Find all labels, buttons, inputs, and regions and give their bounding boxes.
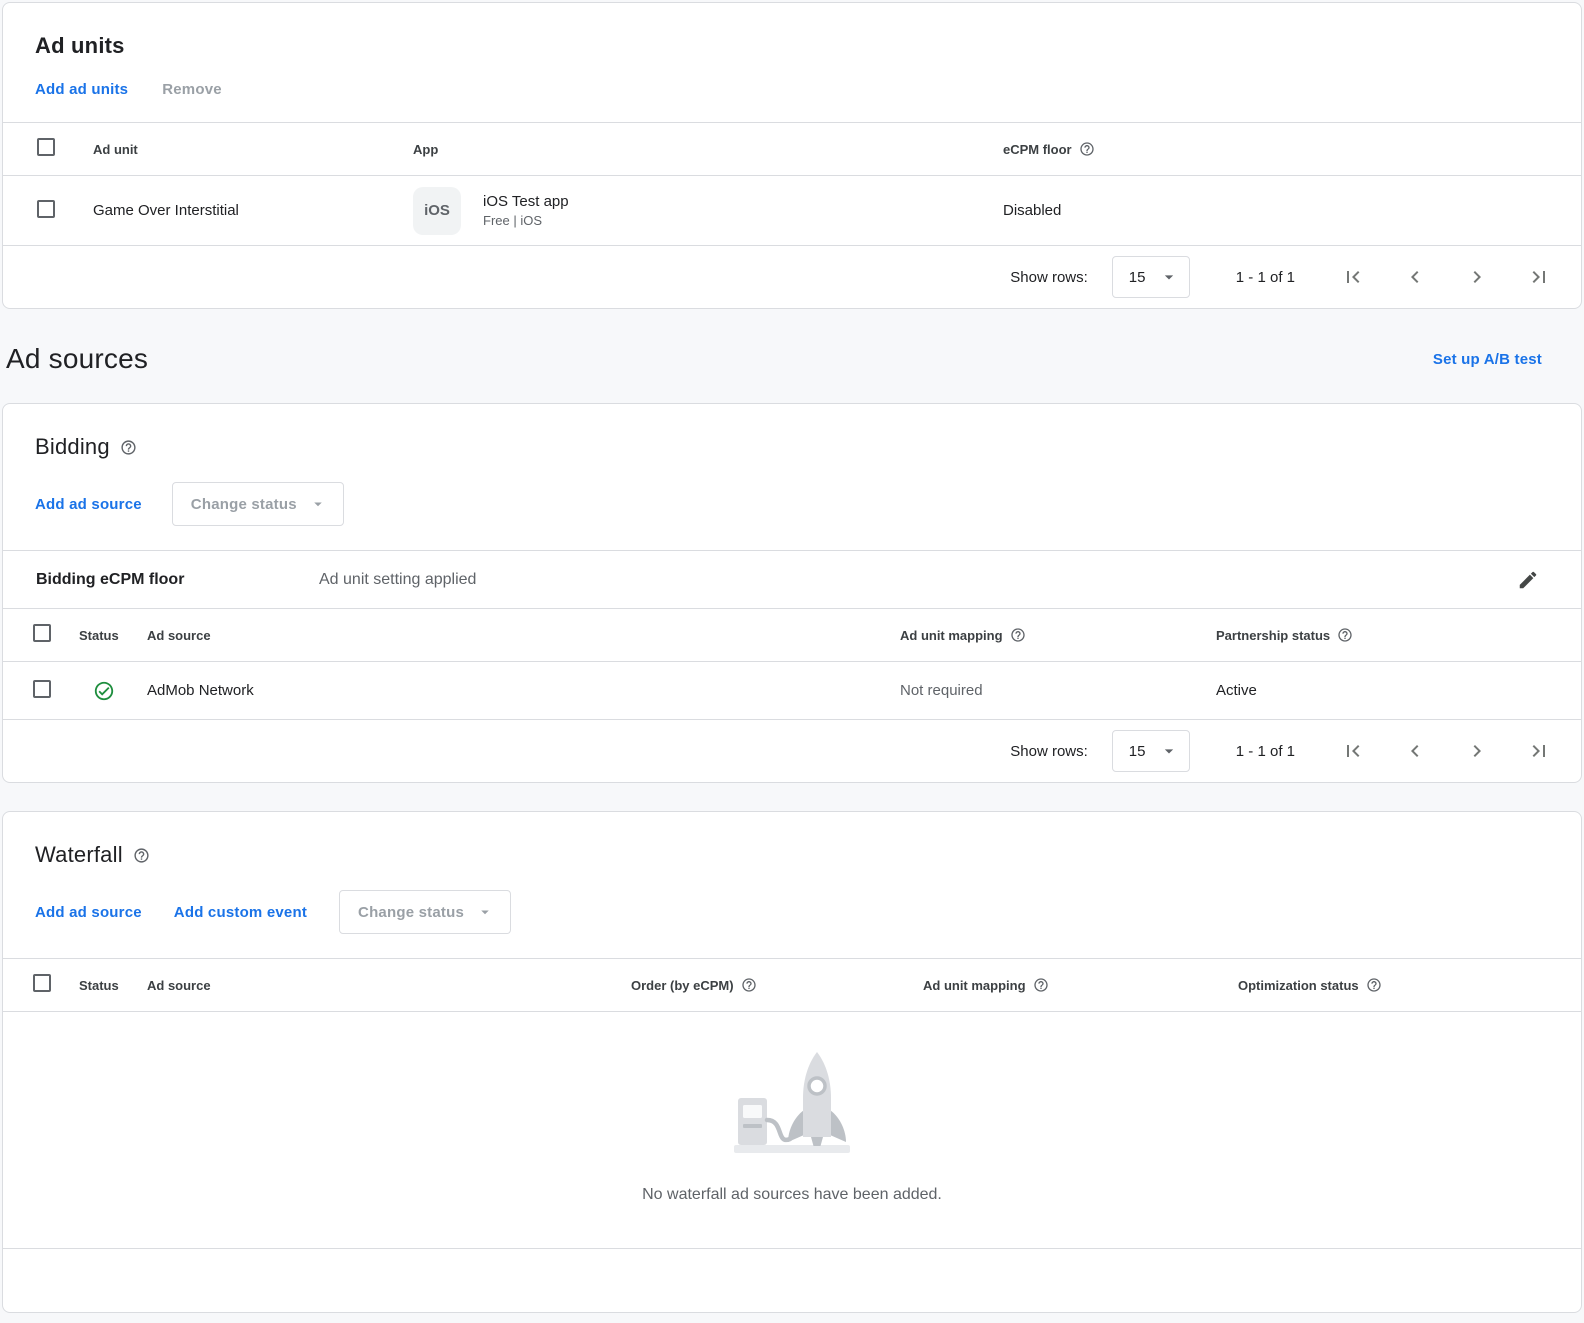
bidding-add-ad-source-link[interactable]: Add ad source <box>35 496 142 513</box>
page: Ad units Add ad units Remove Ad unit App… <box>0 0 1584 1323</box>
waterfall-empty-state: No waterfall ad sources have been added. <box>3 1012 1581 1248</box>
help-icon[interactable] <box>1337 627 1353 643</box>
ad-units-card: Ad units Add ad units Remove Ad unit App… <box>2 2 1582 309</box>
ad-units-col-ecpm-floor: eCPM floor <box>1003 142 1072 157</box>
waterfall-change-status-label: Change status <box>358 904 464 921</box>
add-ad-units-link[interactable]: Add ad units <box>35 81 128 98</box>
app-meta: Free | iOS <box>483 213 569 228</box>
waterfall-add-ad-source-link[interactable]: Add ad source <box>35 904 142 921</box>
ad-unit-table-row: Game Over Interstitial iOS iOS Test app … <box>3 176 1581 246</box>
ecpm-floor-value: Disabled <box>1003 202 1557 219</box>
waterfall-table-header: Status Ad source Order (by eCPM) Ad unit… <box>3 958 1581 1012</box>
caret-down-icon <box>309 495 327 513</box>
caret-down-icon <box>1159 267 1179 287</box>
rocket-fuel-pump-icon <box>716 1046 868 1160</box>
bidding-col-ad-source: Ad source <box>147 628 900 643</box>
help-icon[interactable] <box>1366 977 1382 993</box>
bidding-card: Bidding Add ad source Change status Bidd… <box>2 403 1582 783</box>
ad-units-select-all-checkbox[interactable] <box>37 138 55 156</box>
next-page-button[interactable] <box>1461 261 1493 293</box>
first-page-button[interactable] <box>1337 735 1369 767</box>
waterfall-col-order: Order (by eCPM) <box>631 978 734 993</box>
prev-page-button[interactable] <box>1399 735 1431 767</box>
waterfall-col-optimization-status: Optimization status <box>1238 978 1359 993</box>
waterfall-add-custom-event-link[interactable]: Add custom event <box>174 904 307 921</box>
next-page-button[interactable] <box>1461 735 1493 767</box>
waterfall-title: Waterfall <box>35 842 123 868</box>
app-cell: iOS iOS Test app Free | iOS <box>413 187 1003 235</box>
last-page-button[interactable] <box>1523 735 1555 767</box>
ad-units-actions: Add ad units Remove <box>3 59 1581 122</box>
ios-app-icon-label: iOS <box>424 202 450 219</box>
ad-units-pagination: Show rows: 15 1 - 1 of 1 <box>3 246 1581 308</box>
edit-ecpm-floor-button[interactable] <box>1513 565 1543 595</box>
first-page-button[interactable] <box>1337 261 1369 293</box>
bidding-title: Bidding <box>35 434 110 460</box>
ad-units-col-ad-unit: Ad unit <box>93 142 413 157</box>
bidding-col-status: Status <box>79 628 147 643</box>
ad-unit-name: Game Over Interstitial <box>93 202 413 219</box>
last-page-button[interactable] <box>1523 261 1555 293</box>
waterfall-change-status-button[interactable]: Change status <box>339 890 511 934</box>
bidding-pagination: Show rows: 15 1 - 1 of 1 <box>3 720 1581 782</box>
bidding-ecpm-floor-label: Bidding eCPM floor <box>36 571 319 589</box>
bidding-ecpm-floor-row: Bidding eCPM floor Ad unit setting appli… <box>3 550 1581 608</box>
page-range: 1 - 1 of 1 <box>1236 743 1295 760</box>
help-icon[interactable] <box>133 847 150 864</box>
waterfall-title-row: Waterfall <box>3 812 1581 868</box>
show-rows-label: Show rows: <box>1010 269 1088 286</box>
help-icon[interactable] <box>1033 977 1049 993</box>
waterfall-empty-message: No waterfall ad sources have been added. <box>642 1186 942 1204</box>
bidding-change-status-button[interactable]: Change status <box>172 482 344 526</box>
ad-sources-title: Ad sources <box>6 343 148 375</box>
app-name: iOS Test app <box>483 193 569 210</box>
bidding-table-header: Status Ad source Ad unit mapping Partner… <box>3 608 1581 662</box>
pagination-nav <box>1337 735 1555 767</box>
help-icon[interactable] <box>120 439 137 456</box>
bidding-ad-source-name: AdMob Network <box>147 682 900 699</box>
bidding-ad-unit-mapping-value: Not required <box>900 682 1216 699</box>
waterfall-col-ad-unit-mapping: Ad unit mapping <box>923 978 1026 993</box>
ad-units-title: Ad units <box>35 33 125 59</box>
ios-app-icon: iOS <box>413 187 461 235</box>
rows-per-page-select[interactable]: 15 <box>1112 730 1190 772</box>
bidding-row-checkbox[interactable] <box>33 680 51 698</box>
bidding-actions: Add ad source Change status <box>3 460 1581 550</box>
caret-down-icon <box>1159 741 1179 761</box>
bidding-partnership-status-value: Active <box>1216 682 1557 699</box>
waterfall-actions: Add ad source Add custom event Change st… <box>3 868 1581 958</box>
ad-units-table-header: Ad unit App eCPM floor <box>3 122 1581 176</box>
status-active-icon <box>79 680 147 702</box>
help-icon[interactable] <box>1079 141 1095 157</box>
prev-page-button[interactable] <box>1399 261 1431 293</box>
waterfall-card: Waterfall Add ad source Add custom event… <box>2 811 1582 1313</box>
bidding-col-partnership-status: Partnership status <box>1216 628 1330 643</box>
rows-per-page-value: 15 <box>1129 743 1146 760</box>
ad-units-col-app: App <box>413 142 1003 157</box>
remove-link[interactable]: Remove <box>162 81 222 98</box>
pagination-nav <box>1337 261 1555 293</box>
bidding-col-ad-unit-mapping: Ad unit mapping <box>900 628 1003 643</box>
help-icon[interactable] <box>1010 627 1026 643</box>
ad-unit-row-checkbox[interactable] <box>37 200 55 218</box>
ad-sources-section-bar: Ad sources Set up A/B test <box>2 309 1582 403</box>
bidding-change-status-label: Change status <box>191 496 297 513</box>
waterfall-footer-strip <box>3 1248 1581 1312</box>
bidding-title-row: Bidding <box>3 404 1581 460</box>
bidding-ecpm-floor-value: Ad unit setting applied <box>319 571 1513 589</box>
ad-units-title-row: Ad units <box>3 3 1581 59</box>
caret-down-icon <box>476 903 494 921</box>
rows-per-page-select[interactable]: 15 <box>1112 256 1190 298</box>
bidding-select-all-checkbox[interactable] <box>33 624 51 642</box>
setup-ab-test-link[interactable]: Set up A/B test <box>1433 351 1542 368</box>
help-icon[interactable] <box>741 977 757 993</box>
waterfall-col-status: Status <box>79 978 147 993</box>
page-range: 1 - 1 of 1 <box>1236 269 1295 286</box>
pencil-icon <box>1517 569 1539 591</box>
waterfall-col-ad-source: Ad source <box>147 978 631 993</box>
show-rows-label: Show rows: <box>1010 743 1088 760</box>
bidding-table-row: AdMob Network Not required Active <box>3 662 1581 720</box>
rows-per-page-value: 15 <box>1129 269 1146 286</box>
waterfall-select-all-checkbox[interactable] <box>33 974 51 992</box>
